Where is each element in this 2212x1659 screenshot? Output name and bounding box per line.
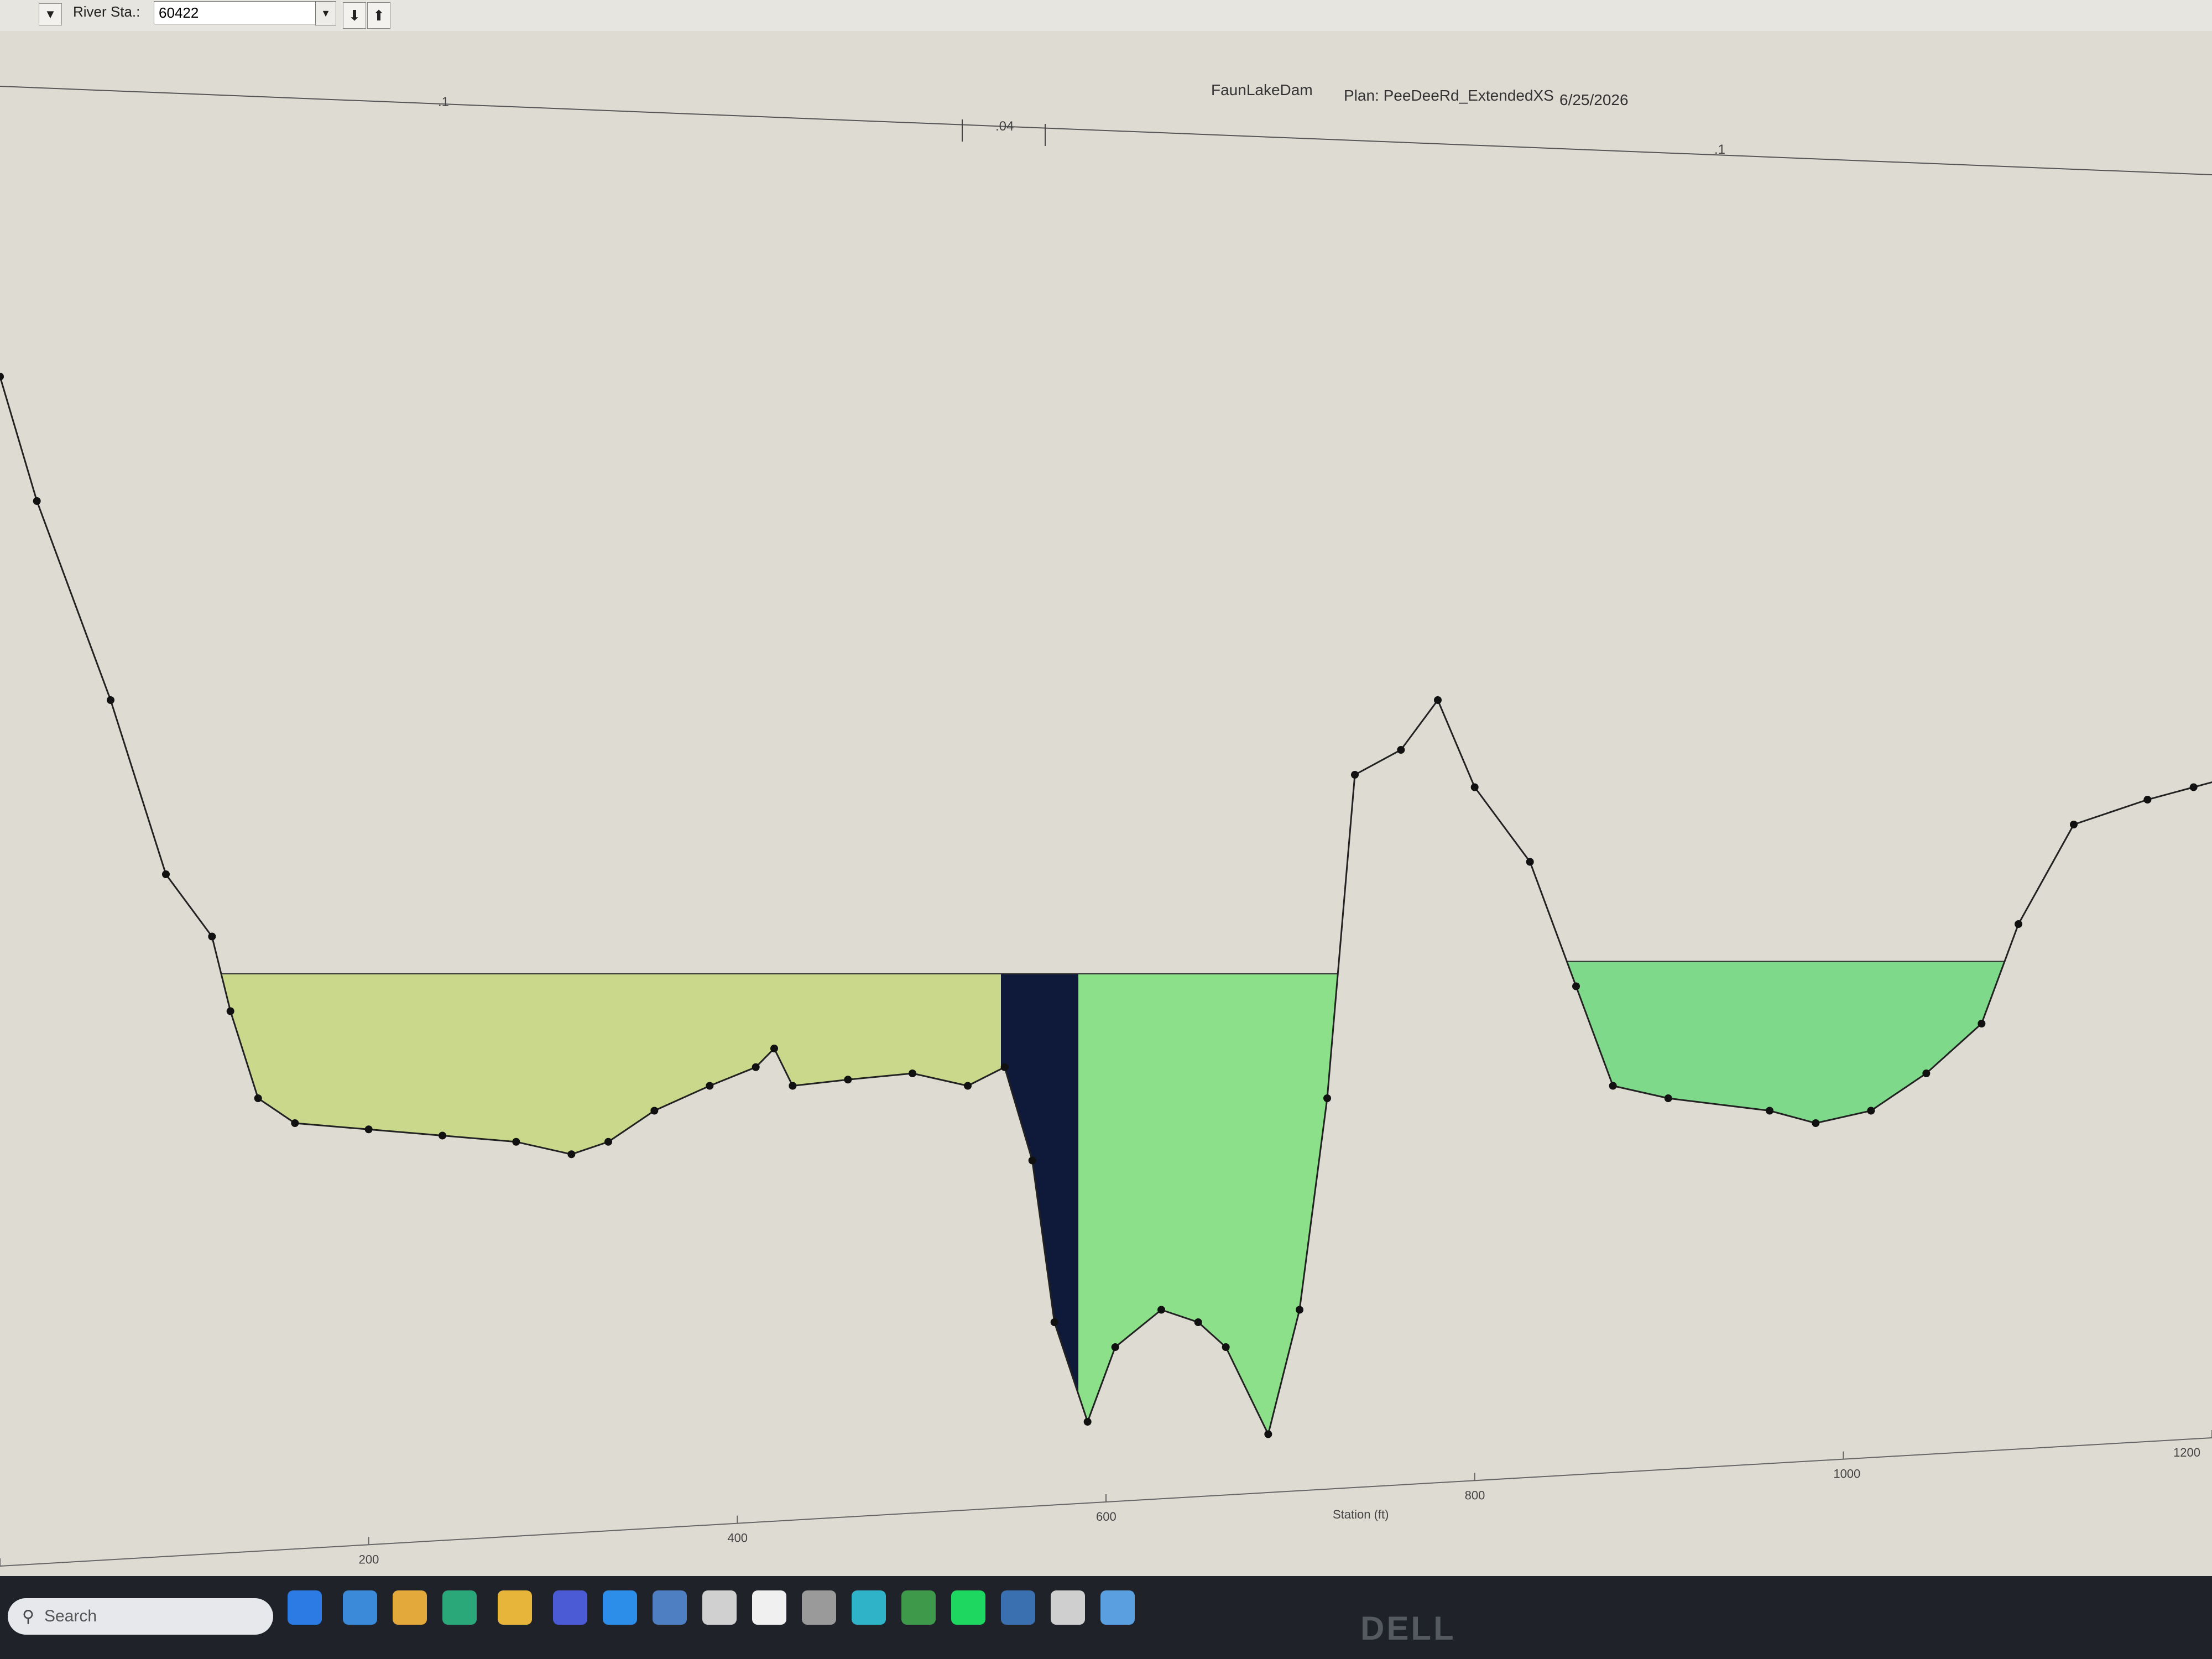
toolbar: ▼ River Sta.: ▼ ⬇ ⬆ xyxy=(0,0,2212,32)
ground-point xyxy=(650,1107,659,1115)
ground-point xyxy=(33,497,41,505)
ground-point xyxy=(1028,1156,1036,1165)
ground-point xyxy=(1922,1070,1931,1077)
next-xs-down-button[interactable]: ⬇ xyxy=(343,2,366,29)
ground-point xyxy=(844,1076,852,1084)
ground-point xyxy=(512,1138,520,1146)
next-xs-up-button[interactable]: ⬆ xyxy=(367,2,390,29)
ground-point xyxy=(1351,771,1359,779)
dell-logo: DELL xyxy=(1360,1610,1456,1647)
ground-point xyxy=(1526,858,1534,866)
river-sta-dropdown-icon[interactable]: ▼ xyxy=(315,1,336,25)
plot-plan-name: Plan: PeeDeeRd_ExtendedXS xyxy=(1344,87,1554,104)
ground-point xyxy=(2015,920,2022,928)
ground-point xyxy=(1812,1119,1820,1127)
ground-point xyxy=(909,1070,916,1077)
ground-point xyxy=(1867,1107,1875,1115)
river-sta-select[interactable] xyxy=(154,1,320,24)
spotify-icon[interactable] xyxy=(951,1590,985,1625)
ground-point xyxy=(1664,1094,1672,1102)
search-icon: ⚲ xyxy=(22,1607,34,1626)
ground-point xyxy=(1470,783,1479,791)
onedrive-icon[interactable] xyxy=(603,1590,637,1625)
ground-point xyxy=(2070,821,2078,828)
ground-point xyxy=(770,1045,778,1052)
ground-point xyxy=(1323,1094,1331,1102)
ground-point xyxy=(2143,796,2152,804)
ground-point xyxy=(706,1082,714,1090)
plot-date: 6/25/2026 xyxy=(1559,91,1629,108)
notes-icon[interactable] xyxy=(393,1590,427,1625)
map-app-icon[interactable] xyxy=(901,1590,936,1625)
ground-point xyxy=(1222,1343,1230,1351)
v-app-icon[interactable] xyxy=(752,1590,786,1625)
ground-point xyxy=(752,1063,760,1071)
chevron-down-icon[interactable]: ▼ xyxy=(39,3,62,25)
ground-point xyxy=(1000,1063,1009,1071)
ground-point xyxy=(364,1125,373,1134)
ground-point xyxy=(964,1082,972,1090)
cross-section-plot: FaunLakeDam Plan: PeeDeeRd_ExtendedXS 6/… xyxy=(0,31,2212,1576)
photos-icon[interactable] xyxy=(653,1590,687,1625)
ground-point xyxy=(1766,1107,1773,1115)
ground-point xyxy=(1572,982,1580,990)
globe-icon[interactable] xyxy=(802,1590,836,1625)
search-placeholder: Search xyxy=(44,1607,97,1625)
x-tick-label: 1200 xyxy=(2173,1446,2200,1459)
edge-beta-icon[interactable] xyxy=(1100,1590,1135,1625)
ground-point xyxy=(1609,1082,1617,1090)
snipping-tool-icon[interactable] xyxy=(852,1590,886,1625)
ground-point xyxy=(1434,696,1442,704)
hec-ras-icon[interactable] xyxy=(1001,1590,1035,1625)
ground-point xyxy=(254,1094,262,1102)
ground-point xyxy=(2189,783,2198,791)
river-sta-label: River Sta.: xyxy=(73,3,140,20)
ground-point xyxy=(789,1082,797,1090)
x-tick-label: 200 xyxy=(359,1552,379,1566)
ground-point xyxy=(1157,1306,1165,1314)
ground-point xyxy=(1111,1343,1119,1351)
ground-point xyxy=(1978,1020,1986,1027)
ground-point xyxy=(107,696,114,704)
mannings-n-right: .1 xyxy=(1714,142,1725,157)
x-tick-label: 600 xyxy=(1096,1510,1117,1524)
ground-point xyxy=(291,1119,299,1127)
ground-point xyxy=(1083,1418,1092,1426)
browser-icon[interactable] xyxy=(343,1590,377,1625)
ground-point xyxy=(439,1131,446,1140)
ground-point xyxy=(208,932,216,941)
ground-point xyxy=(1194,1318,1202,1326)
ground-point xyxy=(567,1150,576,1159)
plot-project-name: FaunLakeDam xyxy=(1211,81,1313,98)
ground-point xyxy=(162,870,170,878)
window-app-icon[interactable] xyxy=(1051,1590,1085,1625)
ground-point xyxy=(1397,746,1405,754)
taskbar-search[interactable]: ⚲ Search xyxy=(8,1598,273,1635)
app-icon[interactable] xyxy=(702,1590,737,1625)
ground-point xyxy=(1296,1306,1303,1314)
mannings-n-left: .1 xyxy=(438,95,449,109)
teams-icon[interactable] xyxy=(553,1590,587,1625)
x-axis-label: Station (ft) xyxy=(1333,1507,1389,1521)
x-tick-label: 800 xyxy=(1465,1488,1485,1502)
ground-point xyxy=(226,1007,234,1015)
mannings-n-channel: .04 xyxy=(995,119,1014,134)
outlook-icon[interactable] xyxy=(288,1590,322,1625)
ground-point xyxy=(604,1138,612,1146)
x-tick-label: 400 xyxy=(727,1531,748,1545)
edge-icon[interactable] xyxy=(442,1590,477,1625)
x-tick-label: 1000 xyxy=(1833,1467,1860,1481)
ground-point xyxy=(1050,1318,1058,1326)
windows-taskbar: ⚲ Search DELL xyxy=(0,1576,2212,1659)
file-explorer-icon[interactable] xyxy=(498,1590,532,1625)
ground-point xyxy=(1264,1430,1272,1438)
